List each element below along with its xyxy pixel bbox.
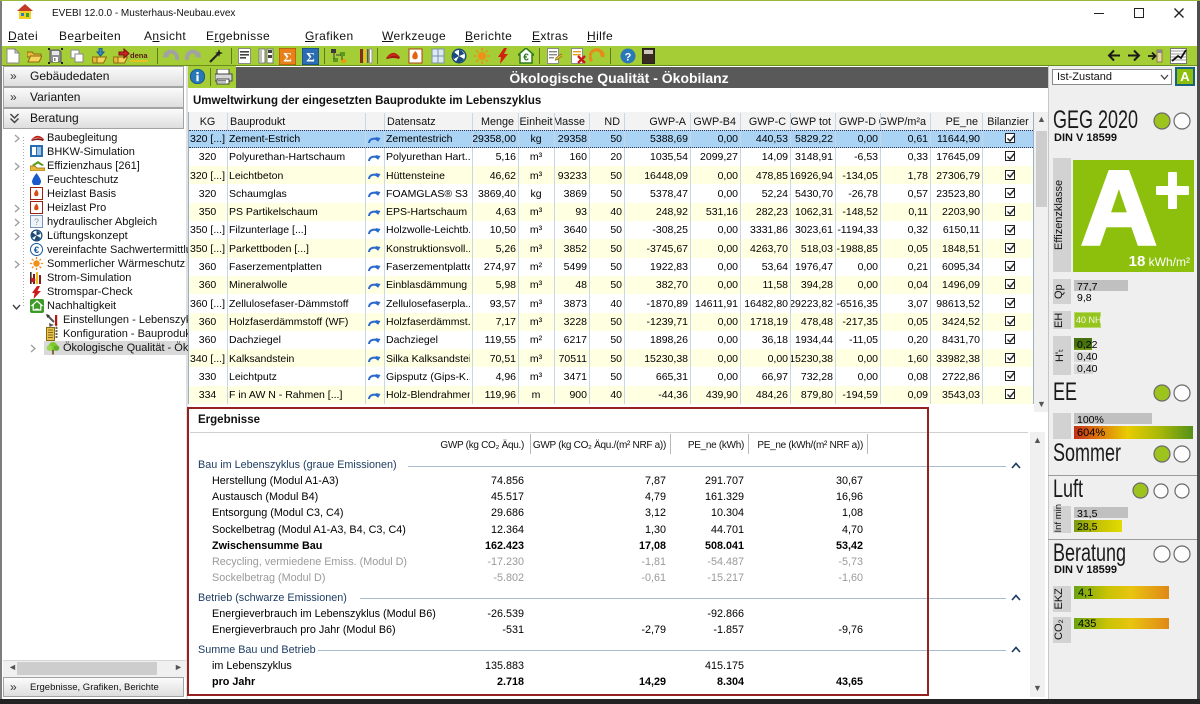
svg-text:Σ: Σ	[283, 50, 292, 65]
svg-text:€: €	[523, 53, 529, 64]
svg-text:Σ: Σ	[306, 50, 315, 65]
svg-text:€: €	[34, 245, 40, 256]
svg-text:?: ?	[625, 52, 632, 64]
svg-text:?: ?	[34, 217, 39, 227]
